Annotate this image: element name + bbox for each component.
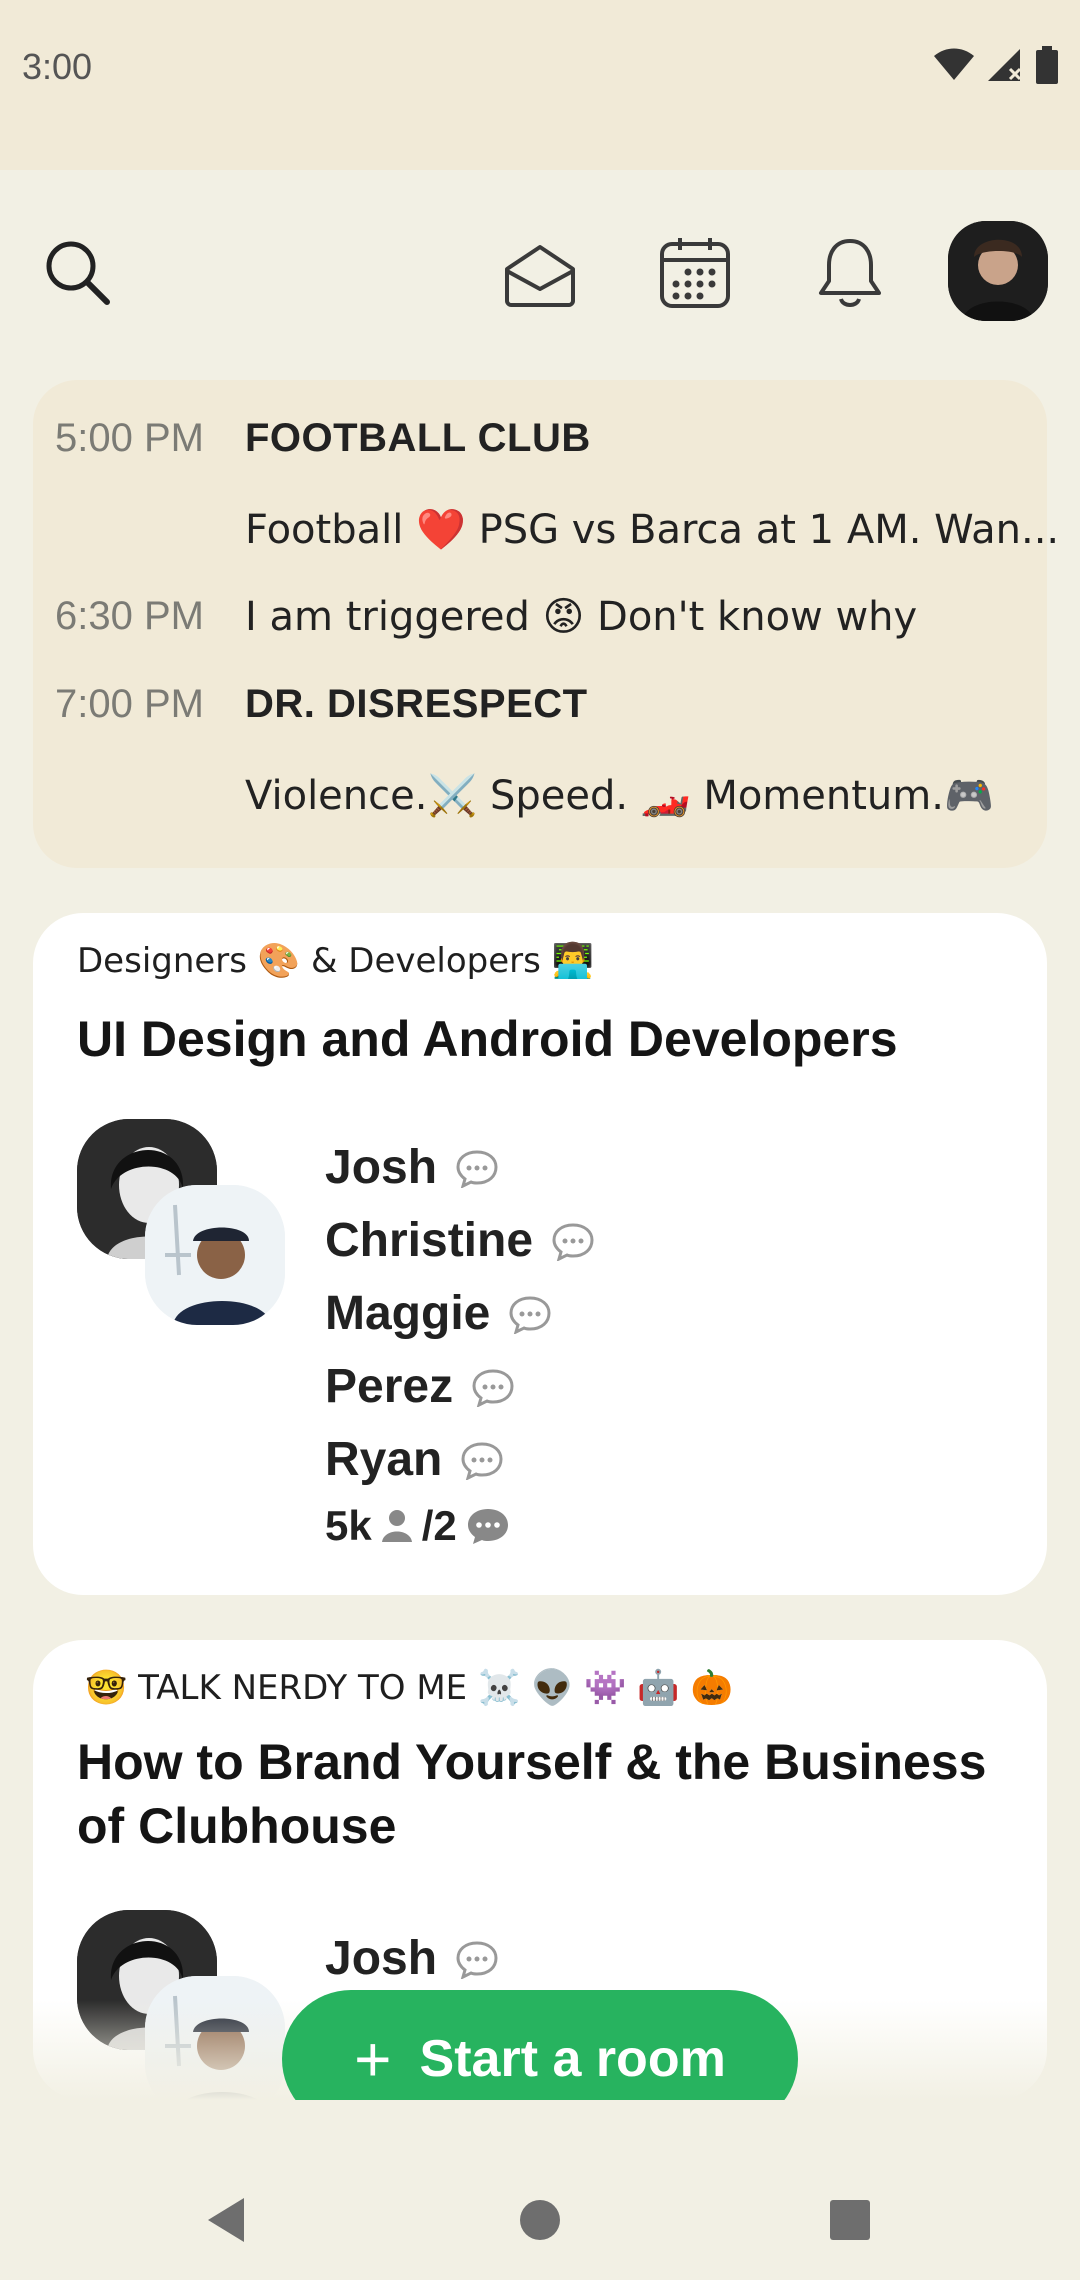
- chat-bubble-icon: [508, 1294, 552, 1334]
- event-time: 7:00 PM: [55, 682, 204, 726]
- status-time: 3:00: [22, 46, 93, 87]
- bell-icon[interactable]: [810, 233, 890, 313]
- battery-icon: [1036, 46, 1058, 84]
- speaker: Perez: [325, 1350, 595, 1423]
- event-club: DR. DISRESPECT: [245, 682, 588, 726]
- plus-icon: +: [354, 2023, 392, 2095]
- event-club: FOOTBALL CLUB: [245, 416, 591, 460]
- room-counts: 5k / 2: [325, 1496, 595, 1556]
- chat-bubble-icon: [460, 1440, 504, 1480]
- chat-bubble-icon: [551, 1221, 595, 1261]
- upcoming-event[interactable]: 5:00 PM FOOTBALL CLUB: [33, 416, 1047, 476]
- upcoming-event-desc: Football ❤️ PSG vs Barca at 1 AM. Wan...: [33, 506, 1059, 566]
- speaker-list: Josh Christine Maggie Perez Ryan 5k / 2: [325, 1131, 595, 1556]
- system-nav-bar: [0, 2100, 1080, 2280]
- event-description: Football ❤️ PSG vs Barca at 1 AM. Wan...: [245, 507, 1060, 553]
- profile-avatar[interactable]: [948, 221, 1048, 321]
- speaker-name: Christine: [325, 1214, 534, 1267]
- speaker-count: 2: [433, 1502, 457, 1549]
- upcoming-events[interactable]: 5:00 PM FOOTBALL CLUB Football ❤️ PSG vs…: [33, 380, 1059, 868]
- room-title: How to Brand Yourself & the Business of …: [77, 1734, 987, 1854]
- event-time: 5:00 PM: [55, 416, 204, 460]
- signal-icon: [988, 49, 1022, 81]
- chat-bubble-icon: [471, 1367, 515, 1407]
- home-button[interactable]: [500, 2190, 580, 2250]
- event-description: I am triggered 😡 Don't know why: [245, 594, 918, 640]
- upcoming-event[interactable]: 6:30 PM I am triggered 😡 Don't know why: [33, 594, 1047, 654]
- status-bar: 3:00: [0, 0, 1080, 170]
- avatar: [145, 1185, 285, 1325]
- top-nav: [0, 215, 1080, 325]
- speaker: Maggie: [325, 1277, 595, 1350]
- speaker: Ryan: [325, 1423, 595, 1496]
- room-club-name: 🤓 TALK NERDY TO ME ☠️ 👽 👾 🤖 🎃: [85, 1668, 733, 1708]
- speaker-name: Josh: [325, 1932, 438, 1985]
- speaker: Josh: [325, 1922, 499, 1995]
- calendar-icon[interactable]: [655, 233, 735, 313]
- search-icon[interactable]: [38, 233, 118, 313]
- speaker-name: Perez: [325, 1360, 454, 1413]
- room-club-name: Designers 🎨 & Developers 👨‍💻: [77, 941, 594, 981]
- speaker-list: Josh: [325, 1922, 499, 1995]
- recents-button[interactable]: [810, 2190, 890, 2250]
- room-card[interactable]: Designers 🎨 & Developers 👨‍💻 UI Design a…: [33, 913, 1047, 1595]
- wifi-icon: [934, 48, 974, 80]
- listener-count: 5k: [325, 1502, 372, 1549]
- back-button[interactable]: [186, 2190, 266, 2250]
- chat-bubble-icon: [455, 1939, 499, 1979]
- event-time: 6:30 PM: [55, 594, 204, 638]
- speaker-name: Maggie: [325, 1287, 491, 1340]
- chat-bubble-icon: [455, 1148, 499, 1188]
- chat-bubble-icon: [465, 1506, 511, 1546]
- upcoming-event-desc: Violence.⚔️ Speed. 🏎️ Momentum.🎮: [33, 772, 1047, 832]
- speaker: Christine: [325, 1204, 595, 1277]
- person-icon: [380, 1508, 414, 1544]
- speaker-name: Josh: [325, 1141, 438, 1194]
- event-description: Violence.⚔️ Speed. 🏎️ Momentum.🎮: [245, 773, 994, 819]
- count-separator: /: [421, 1502, 434, 1549]
- speaker: Josh: [325, 1131, 595, 1204]
- start-room-label: Start a room: [419, 2030, 726, 2088]
- upcoming-event[interactable]: 7:00 PM DR. DISRESPECT: [33, 682, 1047, 742]
- speaker-avatars: [77, 1119, 287, 1329]
- room-title: UI Design and Android Developers: [77, 1011, 898, 1067]
- status-icons: [934, 46, 1058, 84]
- envelope-icon[interactable]: [500, 235, 580, 315]
- speaker-name: Ryan: [325, 1433, 443, 1486]
